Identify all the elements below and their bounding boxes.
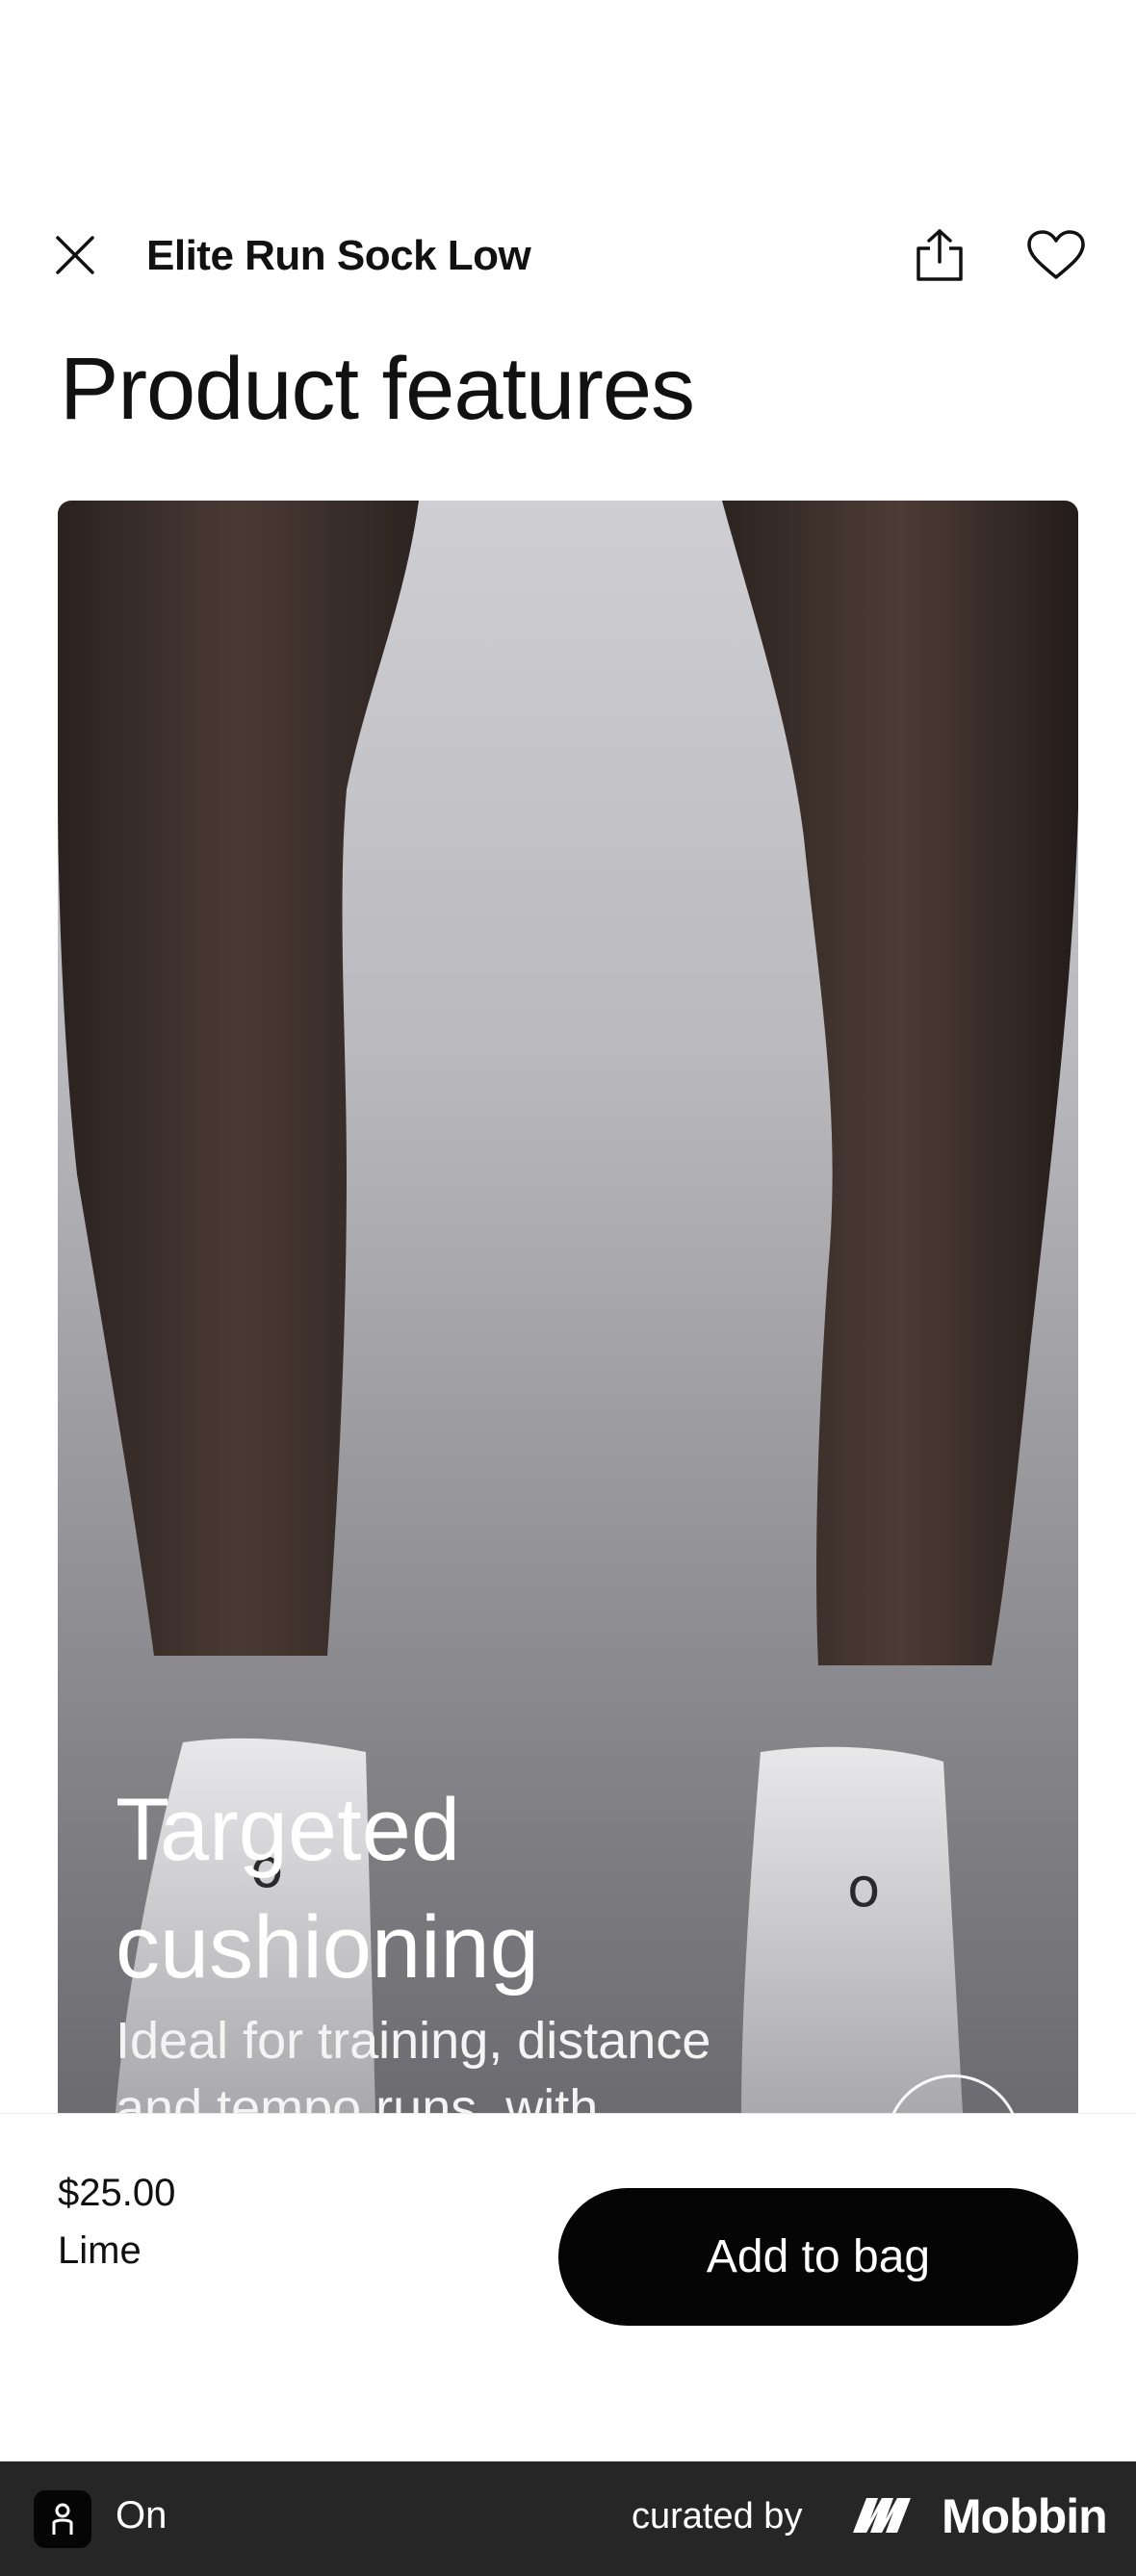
share-icon [917,229,963,281]
color-name: Lime [58,2229,142,2272]
add-to-bag-button[interactable]: Add to bag [558,2188,1078,2326]
feature-heading: Targeted cushioning [116,1771,886,2006]
product-name: Elite Run Sock Low [146,232,531,279]
favorite-button[interactable] [1022,226,1090,284]
feature-card[interactable]: ᴏ ᴏ Targeted cushioning Ideal for traini… [58,501,1078,2113]
close-icon [56,236,94,274]
close-button[interactable] [46,226,104,284]
price: $25.00 [58,2172,176,2214]
heart-icon [1027,230,1085,279]
curated-by-label: curated by [632,2496,803,2537]
top-bar: Elite Run Sock Low [0,217,1136,294]
mobbin-footer: On curated by Mobbin [0,2461,1136,2576]
section-title: Product features [60,340,695,438]
feature-description-line2: and tempo runs, with [116,2079,599,2113]
feature-heading-line1: Targeted [116,1781,461,1879]
feature-description: Ideal for training, distance [116,2012,711,2070]
app-name: On [116,2494,168,2537]
share-button[interactable] [910,221,969,289]
app-logo-icon [34,2490,91,2548]
mobbin-brand: Mobbin [942,2489,1108,2543]
product-features-screen: Elite Run Sock Low Product features ᴏ ᴏ … [0,0,1136,2576]
mobbin-logo-icon [853,2498,911,2533]
feature-heading-line2: cushioning [116,1898,539,1996]
purchase-bar: $25.00 Lime Add to bag [0,2113,1136,2461]
